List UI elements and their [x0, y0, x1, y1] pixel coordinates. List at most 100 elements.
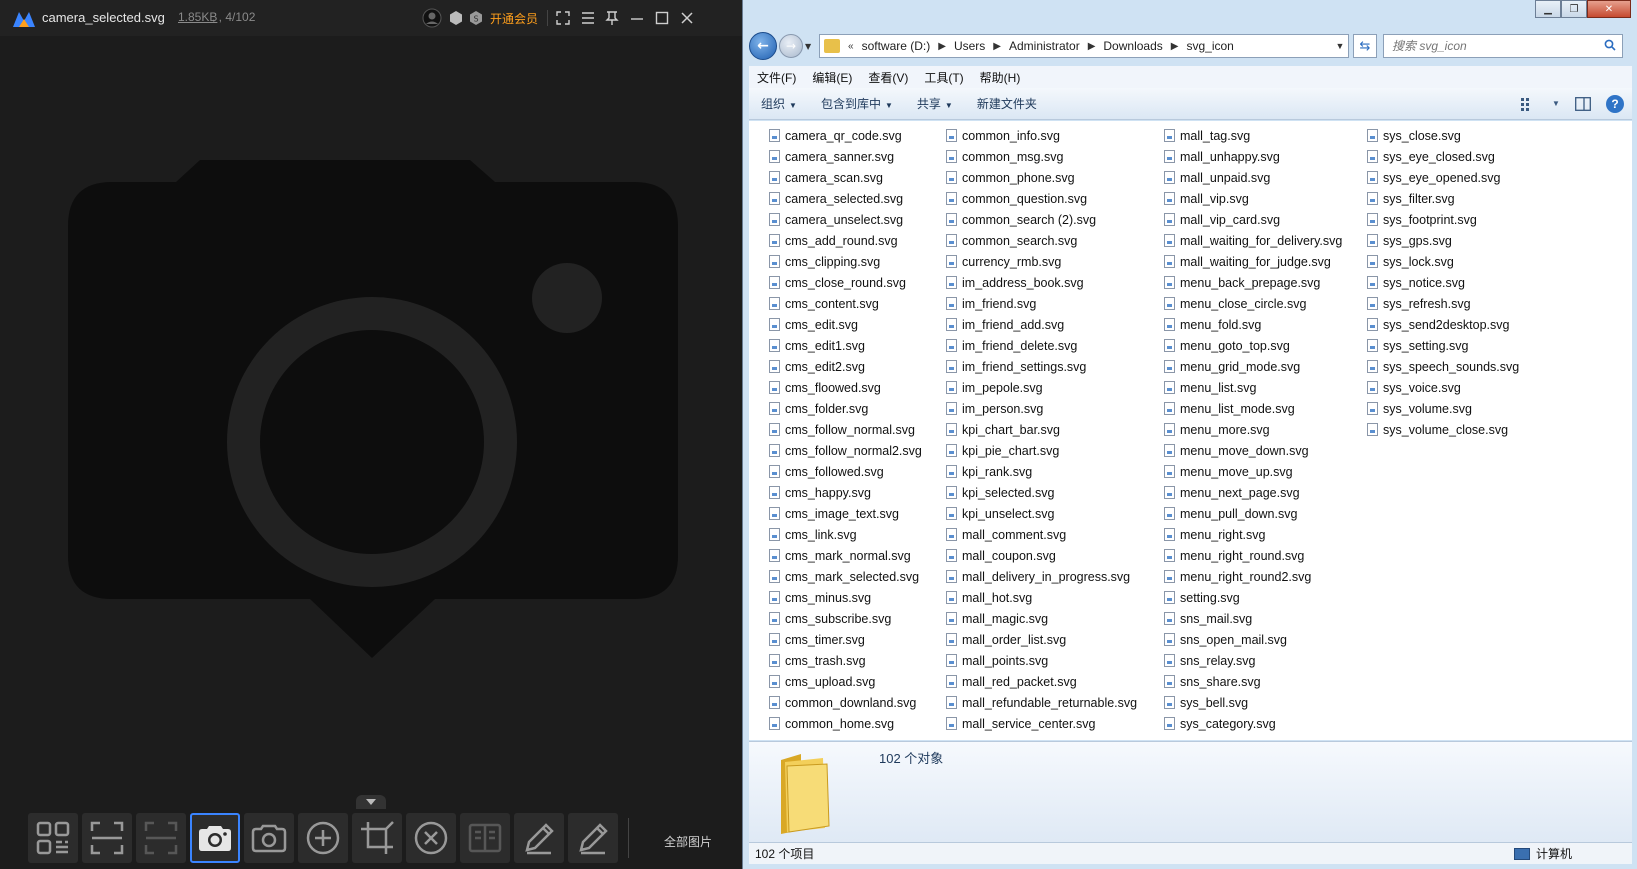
file-item[interactable]: sys_footprint.svg	[1367, 209, 1597, 230]
file-item[interactable]: cms_folder.svg	[769, 398, 946, 419]
file-item[interactable]: mall_waiting_for_judge.svg	[1164, 251, 1367, 272]
menu-icon[interactable]	[578, 8, 598, 28]
file-item[interactable]: cms_edit2.svg	[769, 356, 946, 377]
file-item[interactable]: cms_upload.svg	[769, 671, 946, 692]
user-avatar[interactable]	[422, 8, 442, 28]
back-button[interactable]: ←	[749, 32, 777, 60]
image-canvas[interactable]	[0, 36, 742, 806]
file-item[interactable]: sys_speech_sounds.svg	[1367, 356, 1597, 377]
file-item[interactable]: mall_vip.svg	[1164, 188, 1367, 209]
file-item[interactable]: sys_category.svg	[1164, 713, 1367, 734]
file-item[interactable]: sys_voice.svg	[1367, 377, 1597, 398]
file-item[interactable]: sys_filter.svg	[1367, 188, 1597, 209]
file-item[interactable]: mall_waiting_for_delivery.svg	[1164, 230, 1367, 251]
file-item[interactable]: sns_share.svg	[1164, 671, 1367, 692]
file-item[interactable]: mall_service_center.svg	[946, 713, 1164, 734]
vip-link[interactable]: 开通会员	[490, 10, 538, 27]
file-item[interactable]: mall_points.svg	[946, 650, 1164, 671]
breadcrumb-separator-icon[interactable]: ▶	[1167, 41, 1183, 52]
file-item[interactable]: kpi_selected.svg	[946, 482, 1164, 503]
file-item[interactable]: cms_trash.svg	[769, 650, 946, 671]
search-input[interactable]	[1392, 39, 1604, 53]
file-item[interactable]: menu_close_circle.svg	[1164, 293, 1367, 314]
file-item[interactable]: cms_content.svg	[769, 293, 946, 314]
file-item[interactable]: menu_more.svg	[1164, 419, 1367, 440]
recent-pages-dropdown[interactable]: ▼	[805, 42, 815, 51]
file-item[interactable]: mall_red_packet.svg	[946, 671, 1164, 692]
restore-button[interactable]: ❐	[1561, 0, 1587, 18]
file-item[interactable]: cms_edit.svg	[769, 314, 946, 335]
toolbar-collapse-toggle[interactable]	[356, 795, 386, 809]
file-item[interactable]: cms_follow_normal.svg	[769, 419, 946, 440]
file-item[interactable]: camera_scan.svg	[769, 167, 946, 188]
include-in-library-button[interactable]: 包含到库中 ▼	[809, 95, 905, 112]
file-item[interactable]: menu_pull_down.svg	[1164, 503, 1367, 524]
refresh-button[interactable]: ⇆	[1353, 34, 1377, 58]
screenshot-button[interactable]	[190, 813, 240, 863]
file-item[interactable]: menu_right_round.svg	[1164, 545, 1367, 566]
file-item[interactable]: cms_image_text.svg	[769, 503, 946, 524]
file-item[interactable]: menu_right.svg	[1164, 524, 1367, 545]
file-item[interactable]: cms_mark_selected.svg	[769, 566, 946, 587]
all-images-button[interactable]: 全部图片	[664, 833, 712, 850]
maximize-icon[interactable]	[652, 8, 672, 28]
file-item[interactable]: im_friend_delete.svg	[946, 335, 1164, 356]
file-item[interactable]: im_pepole.svg	[946, 377, 1164, 398]
actual-size-button[interactable]	[136, 813, 186, 863]
menu-file[interactable]: 文件(F)	[749, 69, 804, 86]
forward-button[interactable]: →	[779, 34, 803, 58]
file-item[interactable]: common_home.svg	[769, 713, 946, 734]
file-item[interactable]: menu_back_prepage.svg	[1164, 272, 1367, 293]
preview-pane-icon[interactable]	[1574, 96, 1592, 112]
file-item[interactable]: currency_rmb.svg	[946, 251, 1164, 272]
file-item[interactable]: sys_lock.svg	[1367, 251, 1597, 272]
zoom-in-button[interactable]	[298, 813, 348, 863]
file-item[interactable]: cms_link.svg	[769, 524, 946, 545]
file-item[interactable]: kpi_chart_bar.svg	[946, 419, 1164, 440]
file-item[interactable]: menu_next_page.svg	[1164, 482, 1367, 503]
file-item[interactable]: cms_floowed.svg	[769, 377, 946, 398]
file-item[interactable]: im_person.svg	[946, 398, 1164, 419]
file-item[interactable]: sys_notice.svg	[1367, 272, 1597, 293]
member-badge-icon[interactable]: S	[466, 8, 486, 28]
search-icon[interactable]	[1604, 39, 1622, 54]
close-icon[interactable]	[677, 8, 697, 28]
address-bar[interactable]: « software (D:) ▶ Users ▶ Administrator …	[819, 34, 1349, 58]
file-item[interactable]: camera_unselect.svg	[769, 209, 946, 230]
hexagon-badge-icon[interactable]	[446, 8, 466, 28]
file-item[interactable]: mall_delivery_in_progress.svg	[946, 566, 1164, 587]
file-item[interactable]: common_phone.svg	[946, 167, 1164, 188]
file-item[interactable]: cms_edit1.svg	[769, 335, 946, 356]
menu-help[interactable]: 帮助(H)	[972, 69, 1029, 86]
file-item[interactable]: sns_relay.svg	[1164, 650, 1367, 671]
file-item[interactable]: menu_move_down.svg	[1164, 440, 1367, 461]
breadcrumb-item[interactable]: software (D:)	[858, 39, 935, 53]
file-item[interactable]: cms_close_round.svg	[769, 272, 946, 293]
file-item[interactable]: sys_volume_close.svg	[1367, 419, 1597, 440]
chevron-down-icon[interactable]: ▼	[1552, 96, 1560, 112]
breadcrumb-separator-icon[interactable]: ▶	[989, 41, 1005, 52]
breadcrumb-item[interactable]: Users	[950, 39, 989, 53]
breadcrumb-separator-icon[interactable]: ▶	[1084, 41, 1100, 52]
file-item[interactable]: mall_vip_card.svg	[1164, 209, 1367, 230]
file-item[interactable]: mall_hot.svg	[946, 587, 1164, 608]
file-item[interactable]: mall_tag.svg	[1164, 125, 1367, 146]
organize-button[interactable]: 组织 ▼	[749, 95, 809, 112]
overflow-chevron-icon[interactable]: «	[844, 41, 858, 52]
file-item[interactable]: camera_qr_code.svg	[769, 125, 946, 146]
new-folder-button[interactable]: 新建文件夹	[965, 95, 1049, 112]
file-list-area[interactable]: camera_qr_code.svg camera_sanner.svg camer…	[749, 121, 1632, 740]
file-item[interactable]: menu_list_mode.svg	[1164, 398, 1367, 419]
file-item[interactable]: im_friend_settings.svg	[946, 356, 1164, 377]
pin-icon[interactable]	[602, 8, 622, 28]
file-item[interactable]: mall_magic.svg	[946, 608, 1164, 629]
file-item[interactable]: kpi_rank.svg	[946, 461, 1164, 482]
breadcrumb-item[interactable]: Administrator	[1005, 39, 1084, 53]
grid-view-button[interactable]	[28, 813, 78, 863]
share-button[interactable]: 共享 ▼	[905, 95, 965, 112]
file-item[interactable]: mall_order_list.svg	[946, 629, 1164, 650]
breadcrumb-item[interactable]: svg_icon	[1182, 39, 1237, 53]
annotate-button[interactable]	[568, 813, 618, 863]
file-item[interactable]: sys_eye_closed.svg	[1367, 146, 1597, 167]
breadcrumb-separator-icon[interactable]: ▶	[934, 41, 950, 52]
